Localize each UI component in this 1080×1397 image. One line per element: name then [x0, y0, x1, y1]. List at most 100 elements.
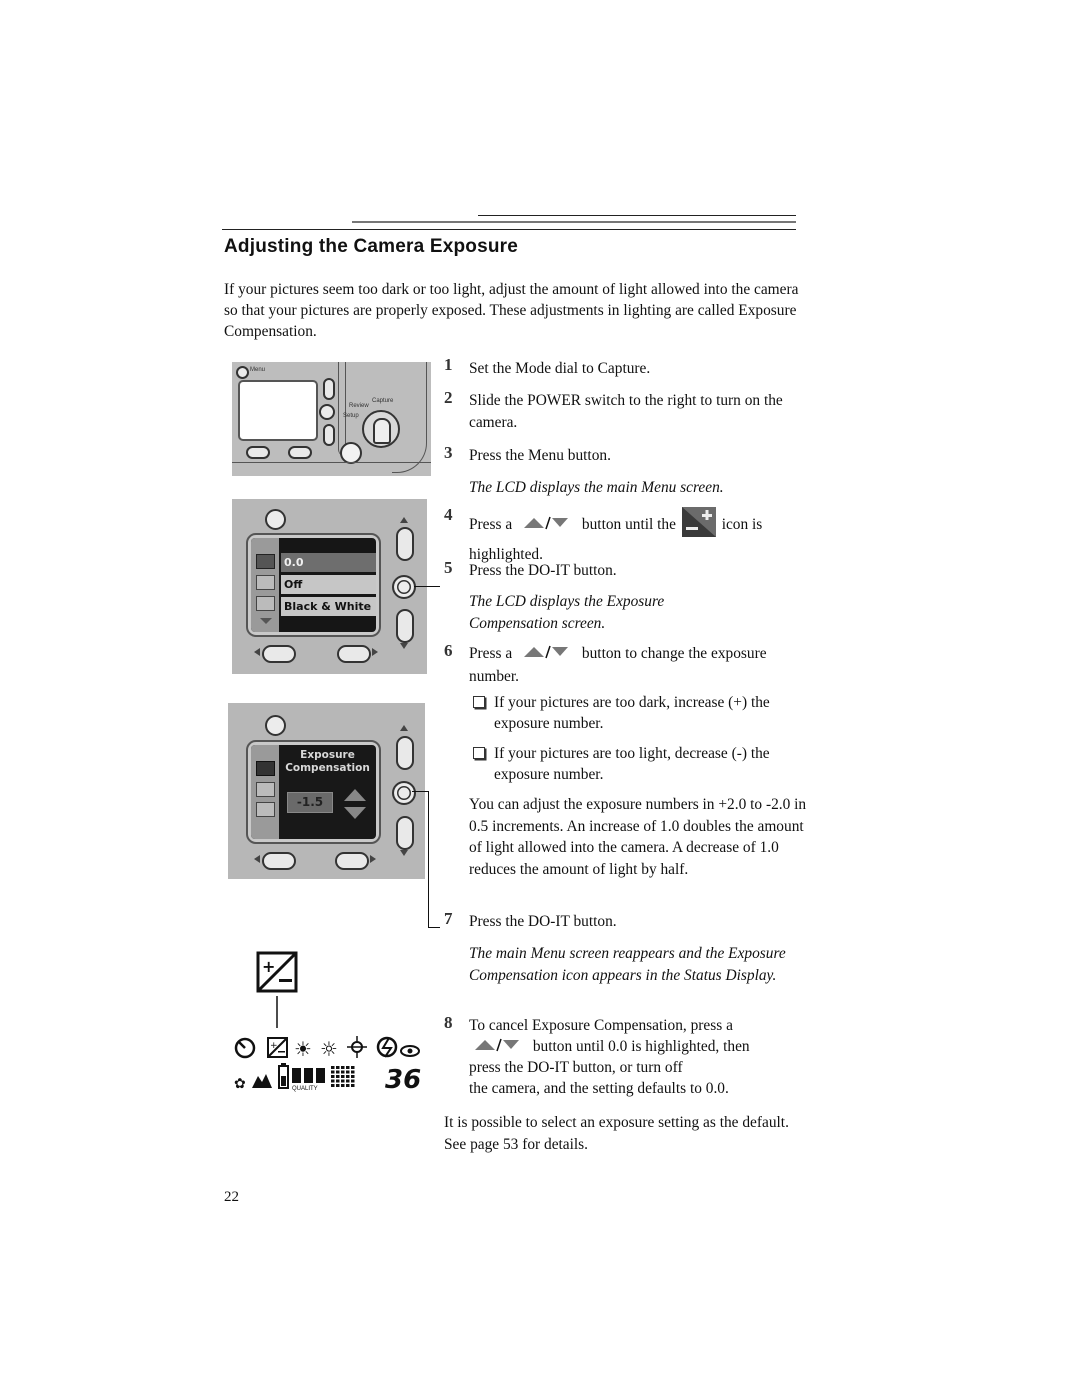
resolution-grid-dot: [336, 1070, 340, 1074]
left-button[interactable]: [246, 446, 270, 459]
step-8-line4: the camera, and the setting defaults to …: [469, 1080, 729, 1097]
exposure-compensation-icon-small: +: [267, 1037, 288, 1058]
decrease-arrow: [344, 807, 366, 819]
battery-icon: [278, 1063, 289, 1089]
resolution-grid-dot: [331, 1070, 335, 1074]
step-2-text: Slide the POWER switch to the right to t…: [469, 392, 783, 431]
checkbox-bullet-icon: [473, 747, 485, 759]
resolution-grid-dot: [346, 1079, 350, 1083]
svg-text:+: +: [270, 1041, 278, 1051]
shots-remaining: 36: [385, 1065, 421, 1095]
down-button[interactable]: [396, 816, 414, 850]
do-it-button[interactable]: [319, 404, 335, 420]
left-arrow: [254, 855, 260, 863]
step-8-line2: button until 0.0 is highlighted, then: [469, 1036, 809, 1059]
camera-grip-outline: [392, 362, 427, 473]
step-7-result: The main Menu screen reappears and the E…: [469, 945, 786, 984]
tungsten-icon: [347, 1036, 367, 1058]
menu-button[interactable]: [265, 715, 286, 736]
right-button[interactable]: [288, 446, 312, 459]
right-button[interactable]: [335, 852, 369, 870]
menu-label: Menu: [250, 367, 266, 373]
resolution-grid-dot: [351, 1070, 355, 1074]
up-down-arrow-icon: [522, 514, 570, 537]
lcd-screen: [238, 380, 318, 441]
resolution-grid-dot: [331, 1075, 335, 1078]
exposure-compensation-figure: Exposure Compensation -1.5: [228, 703, 425, 879]
status-display-figure: + + ☀ ☼ ✿ QUALITY 36: [228, 948, 428, 1098]
up-down-arrow-icon: [473, 1036, 521, 1059]
bullet-too-dark: If your pictures are too dark, increase …: [473, 692, 803, 734]
resolution-grid-dot: [331, 1066, 335, 1069]
mode-dial[interactable]: [362, 410, 400, 448]
menu-button[interactable]: [265, 509, 286, 530]
resolution-grid-dot: [341, 1070, 345, 1074]
resolution-grid-dot: [346, 1084, 350, 1087]
page-title: Adjusting the Camera Exposure: [224, 236, 519, 257]
resolution-grid-dot: [341, 1075, 345, 1078]
exposure-title-line2: Compensation: [285, 762, 370, 774]
header-rule-bottom: [222, 229, 796, 230]
up-down-arrow-icon: [522, 643, 570, 666]
step-4-number: 4: [444, 505, 453, 524]
quality-label: QUALITY: [292, 1086, 318, 1092]
down-button[interactable]: [396, 609, 414, 643]
menu-row-timer[interactable]: Off: [281, 575, 376, 594]
resolution-grid-dot: [351, 1075, 355, 1078]
down-button[interactable]: [323, 424, 335, 446]
color-mode-icon: [256, 596, 275, 611]
do-it-callout-line-h2: [428, 927, 440, 928]
up-button[interactable]: [396, 527, 414, 561]
closing-paragraph: It is possible to select an exposure set…: [444, 1114, 789, 1153]
mode-label-capture: Capture: [372, 398, 394, 404]
mode-label-setup: Setup: [343, 413, 359, 419]
resolution-grid-dot: [331, 1084, 335, 1087]
resolution-grid-dot: [351, 1066, 355, 1069]
exposure-compensation-icon-large: +: [256, 951, 298, 993]
up-button[interactable]: [396, 736, 414, 770]
resolution-grid-dot: [331, 1079, 335, 1083]
step-3-text: Press the Menu button.: [469, 447, 611, 464]
camera-back-figure: Menu Capture Review Setup: [232, 362, 431, 476]
right-button[interactable]: [337, 645, 371, 663]
resolution-grid-dot: [346, 1075, 350, 1078]
menu-row-exposure[interactable]: 0.0: [281, 553, 376, 572]
fluorescent-icon: ☼: [320, 1037, 338, 1061]
menu-button[interactable]: [236, 366, 249, 379]
do-it-button[interactable]: [392, 575, 416, 599]
up-button[interactable]: [323, 378, 335, 400]
up-arrow: [400, 725, 408, 731]
macro-icon: ✿: [234, 1076, 246, 1092]
step-3-result: The LCD displays the main Menu screen.: [469, 479, 724, 496]
scroll-down-arrow: [260, 618, 272, 624]
figure-bottom-line: [232, 462, 431, 463]
lcd-frame: Exposure Compensation -1.5: [246, 740, 381, 844]
header-rule-top: [478, 215, 796, 216]
timer-icon: [256, 782, 275, 797]
page-number: 22: [224, 1189, 239, 1205]
resolution-grid-dot: [336, 1066, 340, 1069]
checkbox-bullet-icon: [473, 696, 485, 708]
lcd-exposure-screen: Exposure Compensation -1.5: [251, 745, 376, 839]
step-5-result: The LCD displays the Exposure Compensati…: [469, 593, 665, 632]
step-1-text: Set the Mode dial to Capture.: [469, 360, 651, 377]
step-8-number: 8: [444, 1013, 453, 1032]
left-button[interactable]: [262, 645, 296, 663]
exposure-value-box: -1.5: [287, 792, 333, 813]
menu-row-color[interactable]: Black & White: [281, 597, 376, 616]
step-6-note: You can adjust the exposure numbers in +…: [469, 796, 807, 878]
mode-dial-knob: [373, 418, 391, 444]
left-button[interactable]: [262, 852, 296, 870]
sunny-icon: ☀: [294, 1037, 312, 1061]
do-it-button[interactable]: [392, 781, 416, 805]
resolution-grid-dot: [351, 1079, 355, 1083]
step-7-text: Press the DO-IT button.: [469, 913, 617, 930]
right-arrow: [370, 855, 376, 863]
resolution-grid-dot: [341, 1079, 345, 1083]
resolution-grid-dot: [336, 1079, 340, 1083]
svg-text:+: +: [262, 957, 275, 976]
step-4-mid: button until the: [581, 515, 676, 533]
down-arrow: [400, 850, 408, 856]
mode-label-review: Review: [349, 403, 369, 409]
resolution-grid-dot: [336, 1084, 340, 1087]
